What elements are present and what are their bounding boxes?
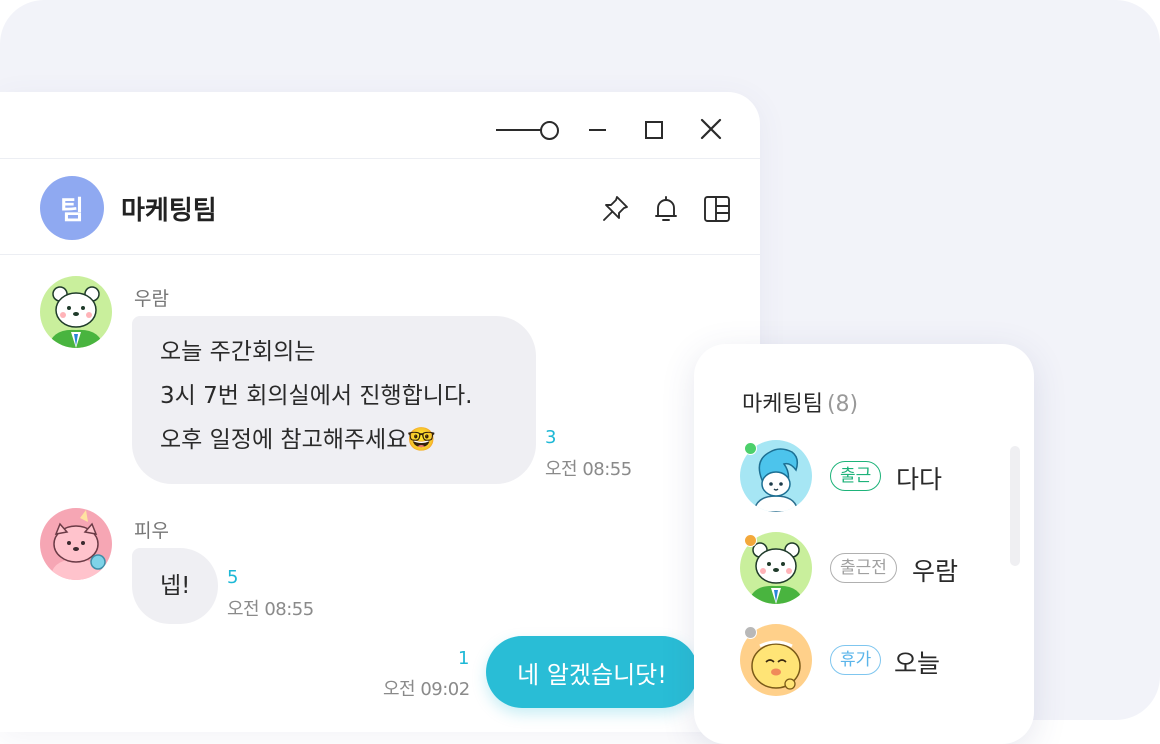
message-line: 오늘 주간회의는 <box>160 339 316 365</box>
member-count: (8) <box>826 392 859 417</box>
panel-title-text: 마케팅팀 <box>742 392 823 417</box>
read-count: 5 <box>227 567 239 588</box>
avatar[interactable] <box>40 508 112 580</box>
window-titlebar <box>0 92 760 159</box>
status-badge: 출근전 <box>830 553 897 583</box>
message-time: 오전 08:55 <box>545 459 632 480</box>
sender-name: 피우 <box>134 520 169 542</box>
presence-dot <box>744 442 757 455</box>
message-time: 오전 09:02 <box>383 679 470 700</box>
close-icon <box>700 118 722 140</box>
read-count: 3 <box>545 427 557 448</box>
minimize-button[interactable] <box>586 118 610 142</box>
chat-title: 마케팅팀 <box>121 196 217 226</box>
minimize-icon <box>589 129 606 131</box>
message-line: 3시 7번 회의실에서 진행합니다. <box>160 383 473 409</box>
maximize-icon <box>645 121 663 139</box>
member-name: 우람 <box>912 557 959 586</box>
scrollbar[interactable] <box>1010 446 1020 566</box>
slider-knob[interactable] <box>540 121 559 140</box>
panel-title: 마케팅팀 (8) <box>742 386 858 418</box>
message-line: 넵! <box>160 573 191 599</box>
message-time: 오전 08:55 <box>227 599 314 620</box>
close-button[interactable] <box>698 116 724 142</box>
member-item[interactable]: 휴가 오늘 <box>740 624 1000 700</box>
presence-dot <box>744 534 757 547</box>
member-item[interactable]: 출근 다다 <box>740 440 1000 516</box>
member-name: 다다 <box>896 465 943 494</box>
chat-header: 팀 마케팅팀 <box>0 160 760 255</box>
team-avatar[interactable]: 팀 <box>40 176 104 240</box>
slider-track <box>496 129 542 131</box>
message-bubble[interactable]: 넵! <box>132 548 218 624</box>
presence-dot <box>744 626 757 639</box>
maximize-button[interactable] <box>642 118 666 142</box>
avatar[interactable] <box>40 276 112 348</box>
message-line: 오후 일정에 참고해주세요🤓 <box>160 427 437 453</box>
member-name: 오늘 <box>894 649 941 678</box>
member-panel: 마케팅팀 (8) 출근 다다 출근전 우람 휴가 오늘 <box>694 344 1034 744</box>
opacity-slider[interactable] <box>496 120 560 140</box>
message-bubble[interactable]: 오늘 주간회의는 3시 7번 회의실에서 진행합니다. 오후 일정에 참고해주세… <box>132 316 536 484</box>
read-count: 1 <box>458 648 470 669</box>
bell-icon[interactable] <box>651 194 681 224</box>
pin-icon[interactable] <box>600 194 630 224</box>
panel-layout-icon[interactable] <box>702 194 732 224</box>
status-badge: 출근 <box>830 461 882 491</box>
status-badge: 휴가 <box>830 645 882 675</box>
member-item[interactable]: 출근전 우람 <box>740 532 1000 608</box>
my-message-bubble[interactable]: 네 알겠습니닷! <box>486 636 698 708</box>
sender-name: 우람 <box>134 288 169 310</box>
